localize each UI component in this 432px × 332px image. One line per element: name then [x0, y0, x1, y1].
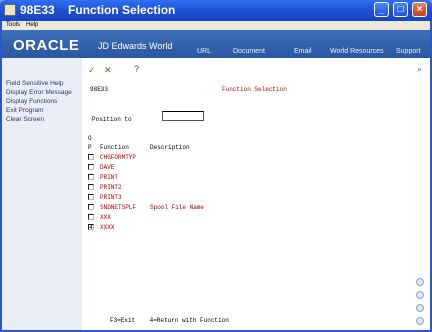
position-to-label: Position to — [92, 116, 132, 123]
maximize-button[interactable]: □ — [393, 2, 408, 17]
function-name: PRINT — [100, 174, 119, 181]
option-field[interactable] — [88, 154, 94, 160]
page-end-icon[interactable] — [416, 317, 424, 325]
scroll-up-icon[interactable] — [416, 278, 424, 286]
sidebar-item-clear-screen[interactable]: Clear Screen — [6, 116, 44, 124]
function-column-header: Function — [100, 144, 129, 151]
function-name: CHGFORMTYP — [100, 154, 137, 161]
nav-link-document[interactable]: Document — [233, 48, 265, 55]
function-name: PRINT3 — [100, 194, 122, 201]
option-field[interactable] — [88, 174, 94, 180]
banner: ORACLE JD Edwards World URL Document Ema… — [2, 30, 430, 58]
menu-tools[interactable]: Tools — [6, 21, 20, 30]
scroll-down-icon[interactable] — [416, 291, 424, 299]
option-header-bottom: P — [88, 144, 92, 151]
product-name: JD Edwards World — [98, 41, 173, 51]
option-header-top: O — [88, 135, 92, 142]
menu-help[interactable]: Help — [26, 21, 38, 30]
function-name: DAVE — [100, 164, 115, 171]
window-title: 98E33 Function Selection — [20, 3, 176, 17]
app-icon — [4, 4, 16, 16]
app-window: 98E33 Function Selection _ □ × Tools Hel… — [0, 0, 432, 332]
option-field[interactable] — [88, 164, 94, 170]
search-icon[interactable]: ⌕ — [417, 64, 422, 74]
page-down-icon[interactable] — [416, 304, 424, 312]
ok-icon[interactable]: ✓ — [88, 65, 96, 75]
nav-link-url[interactable]: URL — [197, 48, 211, 55]
function-name: XXX — [100, 214, 111, 221]
function-name: XXXX — [100, 224, 115, 231]
nav-link-support[interactable]: Support — [396, 48, 421, 55]
minimize-button[interactable]: _ — [374, 2, 389, 17]
close-button[interactable]: × — [412, 2, 427, 17]
position-to-input[interactable] — [162, 111, 204, 121]
program-id: 98E33 — [90, 86, 109, 93]
option-field[interactable] — [88, 204, 94, 210]
function-key-legend: F3=Exit 4=Return with Function — [110, 317, 229, 324]
cancel-icon[interactable]: ✕ — [104, 65, 112, 75]
sidebar: Field Sensitive Help Display Error Messa… — [2, 58, 82, 330]
menu-bar: Tools Help — [2, 21, 430, 30]
function-name: SNDNETSPLF — [100, 204, 137, 211]
option-field[interactable] — [88, 184, 94, 190]
sidebar-item-exit-program[interactable]: Exit Program — [6, 107, 44, 115]
main-panel: ✓ ✕ ? ⌕ 98E33 Function Selection Positio… — [82, 58, 430, 330]
sidebar-item-display-functions[interactable]: Display Functions — [6, 98, 57, 106]
help-icon[interactable]: ? — [134, 64, 139, 74]
sidebar-item-field-help[interactable]: Field Sensitive Help — [6, 80, 63, 88]
nav-link-world-resources[interactable]: World Resources — [330, 48, 384, 55]
option-field[interactable] — [88, 194, 94, 200]
option-field[interactable]: 4 — [88, 224, 94, 231]
option-field[interactable] — [88, 214, 94, 220]
nav-link-email[interactable]: Email — [294, 48, 312, 55]
oracle-logo: ORACLE — [13, 37, 80, 54]
page-title: Function Selection — [222, 86, 287, 93]
sidebar-item-error-message[interactable]: Display Error Message — [6, 89, 72, 97]
description-column-header: Description — [150, 144, 190, 151]
function-name: PRINT2 — [100, 184, 122, 191]
title-bar[interactable]: 98E33 Function Selection _ □ × — [0, 0, 432, 21]
function-description: Spool File Name — [150, 204, 205, 211]
